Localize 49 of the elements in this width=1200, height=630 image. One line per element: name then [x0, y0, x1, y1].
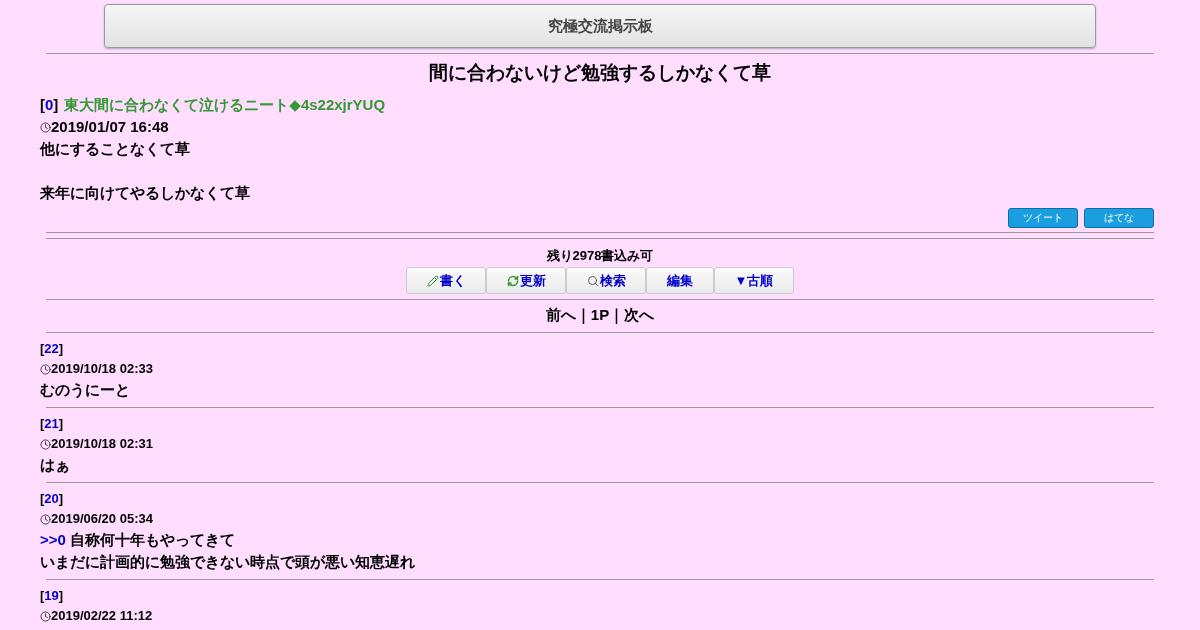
prev-page-link[interactable]: 前へ	[545, 306, 576, 325]
clock-icon	[40, 363, 51, 375]
post-text: >>0 自称何十年もやってきて	[40, 530, 237, 550]
pencil-icon	[426, 274, 439, 287]
toolbar-button[interactable]: 書く	[406, 267, 486, 294]
bracket-text: ]	[58, 490, 64, 508]
post-date: 2019/02/22 11:12	[51, 607, 153, 625]
bracket-text: [	[40, 415, 45, 433]
clock-icon	[40, 438, 51, 450]
bracket-text: ]	[58, 340, 64, 358]
post-text: いまだに計画的に勉強できない時点で頭が悪い知恵遅れ	[40, 552, 416, 572]
post-number-link[interactable]: 21	[44, 414, 59, 434]
post-date: 2019/10/18 02:31	[51, 435, 153, 453]
separator-text: ｜	[609, 306, 625, 325]
clock-icon	[40, 610, 51, 622]
remaining-posts-text: 残り2978書込み可	[545, 247, 655, 265]
post-text: 来年に向けてやるしかなくて草	[40, 183, 251, 203]
thread-title: 間に合わないけど勉強するしかなくて草	[428, 61, 772, 85]
reply-anchor-link[interactable]: >>0	[40, 531, 66, 548]
post-text: むのうにーと	[40, 380, 131, 400]
post-date: 2019/01/07 16:48	[51, 117, 169, 137]
separator-text: ｜	[575, 306, 591, 325]
post-date: 2019/10/18 02:33	[51, 360, 153, 378]
bracket-text: [	[40, 95, 45, 115]
post-text: 他にすることなくて草	[40, 139, 191, 159]
toolbar-button[interactable]: 検索	[566, 267, 646, 294]
toolbar-button[interactable]: 編集	[646, 267, 714, 294]
bracket-text: ]	[58, 587, 64, 605]
bracket-text: [	[40, 340, 45, 358]
next-page-link[interactable]: 次へ	[624, 306, 655, 325]
post-date: 2019/06/20 05:34	[51, 510, 153, 528]
post-number-link[interactable]: 19	[44, 586, 59, 606]
bracket-text: ]	[53, 95, 59, 115]
bracket-text: ]	[58, 415, 64, 433]
bracket-text: [	[40, 587, 45, 605]
toolbar-button[interactable]: ▼古順	[714, 267, 794, 294]
refresh-icon	[506, 274, 519, 287]
poster-name: 東大間に合わなくて泣けるニート◆4s22xjrYUQ	[64, 95, 386, 115]
post-number-link[interactable]: 22	[44, 339, 59, 359]
board-title-bar[interactable]: 究極交流掲示板	[104, 4, 1096, 48]
clock-icon	[40, 121, 51, 133]
post-number-link[interactable]: 0	[45, 94, 54, 116]
post-number-link[interactable]: 20	[44, 489, 59, 509]
bracket-text: [	[40, 490, 45, 508]
search-icon	[586, 274, 599, 287]
toolbar-button[interactable]: 更新	[486, 267, 566, 294]
page-number: 1P	[590, 306, 610, 325]
clock-icon	[40, 513, 51, 525]
post-text: はぁ	[40, 455, 71, 476]
